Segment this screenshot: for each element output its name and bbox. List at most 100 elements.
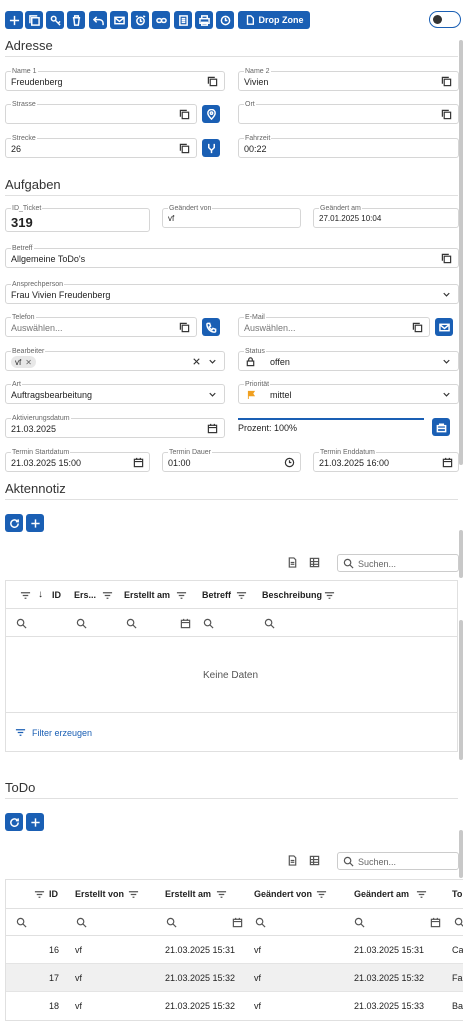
bearbeiter-chip[interactable]: vf ✕ xyxy=(11,356,36,368)
strasse-field[interactable]: Strasse xyxy=(5,101,197,124)
column-header-id[interactable]: ID xyxy=(49,889,58,899)
export-pdf-icon[interactable] xyxy=(287,557,298,568)
menu-icon[interactable] xyxy=(416,889,427,900)
menu-icon[interactable] xyxy=(20,590,31,601)
add-button[interactable] xyxy=(5,11,23,29)
calendar-icon[interactable] xyxy=(133,457,144,468)
delete-button[interactable] xyxy=(67,11,85,29)
link-icon[interactable] xyxy=(152,11,170,29)
telefon-select[interactable]: Telefon Auswählen... xyxy=(5,314,197,337)
scrollbar[interactable] xyxy=(459,830,463,878)
alarm-icon[interactable] xyxy=(131,11,149,29)
briefcase-button[interactable] xyxy=(432,418,450,436)
column-header-erstellt-von[interactable]: Ers... xyxy=(74,590,96,600)
menu-icon[interactable] xyxy=(324,590,335,601)
mail-icon[interactable] xyxy=(110,11,128,29)
history-icon[interactable] xyxy=(216,11,234,29)
route-button[interactable] xyxy=(202,139,220,157)
copy-icon[interactable] xyxy=(179,322,190,333)
scrollbar[interactable] xyxy=(459,40,463,465)
filter-search-icon[interactable] xyxy=(126,618,137,629)
name1-field[interactable]: Name 1 Freudenberg xyxy=(5,68,225,91)
column-header-id[interactable]: ID xyxy=(52,590,61,600)
copy-icon[interactable] xyxy=(207,76,218,87)
table-row[interactable]: 16 vf 21.03.2025 15:31 vf 21.03.2025 15:… xyxy=(6,936,463,964)
menu-icon[interactable] xyxy=(128,889,139,900)
refresh-button[interactable] xyxy=(5,514,23,532)
table-row[interactable]: 18 vf 21.03.2025 15:32 vf 21.03.2025 15:… xyxy=(6,992,463,1020)
add-note-button[interactable] xyxy=(26,514,44,532)
ansprechperson-select[interactable]: Ansprechperson Frau Vivien Freudenberg xyxy=(5,281,459,304)
chevron-down-icon[interactable] xyxy=(441,289,452,300)
location-pin-button[interactable] xyxy=(202,105,220,123)
filter-search-icon[interactable] xyxy=(76,917,87,928)
column-header-beschreibung[interactable]: Beschreibung xyxy=(262,590,322,600)
send-mail-button[interactable] xyxy=(435,318,453,336)
betreff-field[interactable]: Betreff Allgemeine ToDo's xyxy=(5,245,459,268)
filter-search-icon[interactable] xyxy=(264,618,275,629)
filter-search-icon[interactable] xyxy=(454,917,463,928)
chevron-down-icon[interactable] xyxy=(441,356,452,367)
email-select[interactable]: E-Mail Auswählen... xyxy=(238,314,430,337)
clear-icon[interactable] xyxy=(191,356,202,367)
aktennotiz-search-input[interactable]: Suchen... xyxy=(337,554,459,572)
copy-icon[interactable] xyxy=(441,253,452,264)
copy-icon[interactable] xyxy=(179,109,190,120)
copy-icon[interactable] xyxy=(441,76,452,87)
ort-field[interactable]: Ort xyxy=(238,101,459,124)
column-header-erstellt-am[interactable]: Erstellt am xyxy=(165,889,211,899)
calendar-icon[interactable] xyxy=(442,457,453,468)
export-excel-icon[interactable] xyxy=(309,557,320,568)
termin-ende-field[interactable]: Termin Enddatum 21.03.2025 16:00 xyxy=(313,449,459,472)
fahrzeit-field[interactable]: Fahrzeit 00:22 xyxy=(238,135,459,158)
bearbeiter-select[interactable]: Bearbeiter vf ✕ xyxy=(5,348,225,371)
column-header-to[interactable]: To xyxy=(452,889,462,899)
menu-icon[interactable] xyxy=(176,590,187,601)
strecke-field[interactable]: Strecke 26 xyxy=(5,135,197,158)
chevron-down-icon[interactable] xyxy=(207,389,218,400)
undo-button[interactable] xyxy=(89,11,107,29)
menu-icon[interactable] xyxy=(236,590,247,601)
menu-icon[interactable] xyxy=(316,889,327,900)
table-row[interactable]: 17 vf 21.03.2025 15:32 vf 21.03.2025 15:… xyxy=(6,964,463,992)
calendar-icon[interactable] xyxy=(232,917,243,928)
column-header-betreff[interactable]: Betreff xyxy=(202,590,231,600)
sort-down-icon[interactable]: ↓ xyxy=(38,589,43,600)
call-button[interactable] xyxy=(202,318,220,336)
export-excel-icon[interactable] xyxy=(309,855,320,866)
copy-icon[interactable] xyxy=(179,143,190,154)
prioritaet-select[interactable]: Priorität mittel xyxy=(238,381,459,404)
menu-icon[interactable] xyxy=(34,889,45,900)
name2-field[interactable]: Name 2 Vivien xyxy=(238,68,459,91)
filter-search-icon[interactable] xyxy=(16,917,27,928)
refresh-button[interactable] xyxy=(5,813,23,831)
filter-create-link[interactable]: Filter erzeugen xyxy=(32,728,92,738)
chevron-down-icon[interactable] xyxy=(207,356,218,367)
copy-icon[interactable] xyxy=(441,109,452,120)
filter-search-icon[interactable] xyxy=(255,917,266,928)
filter-search-icon[interactable] xyxy=(16,618,27,629)
aktivierungsdatum-field[interactable]: Aktivierungsdatum 21.03.2025 xyxy=(5,415,225,438)
filter-search-icon[interactable] xyxy=(166,917,177,928)
document-icon[interactable] xyxy=(174,11,192,29)
column-header-erstellt-von[interactable]: Erstellt von xyxy=(75,889,124,899)
chevron-down-icon[interactable] xyxy=(441,389,452,400)
column-header-geaendert-von[interactable]: Geändert von xyxy=(254,889,312,899)
scrollbar[interactable] xyxy=(459,620,463,760)
copy-icon[interactable] xyxy=(412,322,423,333)
mode-toggle[interactable] xyxy=(429,11,461,28)
export-pdf-icon[interactable] xyxy=(287,855,298,866)
column-header-geaendert-am[interactable]: Geändert am xyxy=(354,889,409,899)
filter-search-icon[interactable] xyxy=(76,618,87,629)
chip-close-icon[interactable]: ✕ xyxy=(25,358,32,367)
todo-search-input[interactable]: Suchen... xyxy=(337,852,459,870)
termin-start-field[interactable]: Termin Startdatum 21.03.2025 15:00 xyxy=(5,449,150,472)
drop-zone-button[interactable]: Drop Zone xyxy=(238,11,310,29)
calendar-icon[interactable] xyxy=(180,618,191,629)
menu-icon[interactable] xyxy=(216,889,227,900)
copy-record-button[interactable] xyxy=(25,11,43,29)
art-select[interactable]: Art Auftragsbearbeitung xyxy=(5,381,225,404)
calendar-icon[interactable] xyxy=(207,423,218,434)
filter-icon[interactable] xyxy=(15,727,26,738)
scrollbar[interactable] xyxy=(459,530,463,578)
